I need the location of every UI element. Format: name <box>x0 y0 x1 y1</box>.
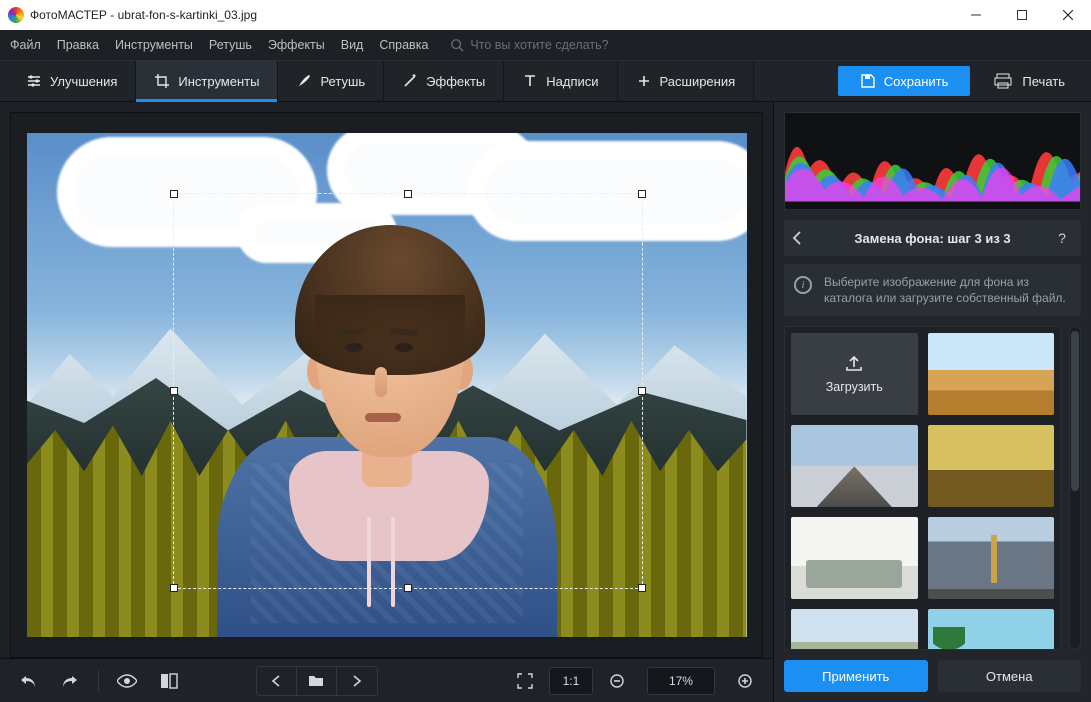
panel-hint-text: Выберите изображение для фона из каталог… <box>824 275 1066 305</box>
fit-screen-button[interactable] <box>509 666 541 696</box>
show-original-button[interactable] <box>111 666 143 696</box>
menu-effects[interactable]: Эффекты <box>268 38 325 52</box>
crop-handle-tr[interactable] <box>638 190 646 198</box>
actual-size-button[interactable]: 1:1 <box>549 667 593 695</box>
plus-icon <box>636 73 652 89</box>
bg-thumb-european-town[interactable] <box>791 609 918 650</box>
tab-text[interactable]: Надписи <box>504 61 617 101</box>
command-search-placeholder: Что вы хотите сделать? <box>470 38 608 52</box>
ribbon: Улучшения Инструменты Ретушь Эффекты Над… <box>0 60 1091 102</box>
zoom-in-button[interactable] <box>729 666 761 696</box>
menu-file[interactable]: Файл <box>10 38 41 52</box>
undo-button[interactable] <box>12 666 44 696</box>
menu-view[interactable]: Вид <box>341 38 364 52</box>
save-button[interactable]: Сохранить <box>838 66 971 96</box>
crop-marquee[interactable] <box>173 193 643 589</box>
menu-tools[interactable]: Инструменты <box>115 38 193 52</box>
maximize-button[interactable] <box>999 0 1045 30</box>
panel-help-button[interactable]: ? <box>1051 230 1073 246</box>
app-logo-icon <box>8 7 24 23</box>
canvas[interactable] <box>10 112 763 658</box>
menu-help[interactable]: Справка <box>379 38 428 52</box>
crop-handle-b[interactable] <box>404 584 412 592</box>
upload-background-button[interactable]: Загрузить <box>791 333 918 415</box>
window-titlebar: ФотоМАСТЕР - ubrat-fon-s-kartinki_03.jpg <box>0 0 1091 30</box>
tab-enhance[interactable]: Улучшения <box>8 61 136 101</box>
next-image-button[interactable] <box>337 666 377 696</box>
upload-icon <box>844 354 864 372</box>
wand-icon <box>402 73 418 89</box>
brush-icon <box>296 73 312 89</box>
zoom-value[interactable]: 17% <box>647 667 715 695</box>
bg-thumb-city-street[interactable] <box>928 517 1055 599</box>
tab-enhance-label: Улучшения <box>50 74 117 89</box>
tab-tools[interactable]: Инструменты <box>136 61 278 101</box>
menu-edit[interactable]: Правка <box>57 38 99 52</box>
save-button-label: Сохранить <box>884 74 949 89</box>
open-folder-button[interactable] <box>297 666 337 696</box>
panel-hint: i Выберите изображение для фона из катал… <box>784 264 1081 316</box>
print-button[interactable]: Печать <box>976 61 1083 101</box>
menubar: Файл Правка Инструменты Ретушь Эффекты В… <box>0 30 1091 60</box>
file-nav-group <box>256 666 378 696</box>
tab-retouch-label: Ретушь <box>320 74 365 89</box>
crop-handle-tl[interactable] <box>170 190 178 198</box>
minimize-button[interactable] <box>953 0 999 30</box>
tab-extensions-label: Расширения <box>660 74 736 89</box>
menu-retouch[interactable]: Ретушь <box>209 38 252 52</box>
upload-background-label: Загрузить <box>826 380 883 394</box>
info-icon: i <box>794 276 812 294</box>
panel-title: Замена фона: шаг 3 из 3 <box>814 231 1051 246</box>
compare-button[interactable] <box>153 666 185 696</box>
bg-thumb-desert[interactable] <box>928 333 1055 415</box>
tab-retouch[interactable]: Ретушь <box>278 61 384 101</box>
crop-handle-br[interactable] <box>638 584 646 592</box>
sliders-icon <box>26 73 42 89</box>
bg-thumb-tropical-beach[interactable] <box>928 609 1055 650</box>
image-preview <box>27 133 747 637</box>
redo-button[interactable] <box>54 666 86 696</box>
viewer-toolbar: 1:1 17% <box>0 658 773 702</box>
apply-button[interactable]: Применить <box>784 660 928 692</box>
cancel-button[interactable]: Отмена <box>938 660 1082 692</box>
gallery-scrollbar-thumb[interactable] <box>1071 331 1079 491</box>
command-search[interactable]: Что вы хотите сделать? <box>450 38 608 52</box>
crop-handle-t[interactable] <box>404 190 412 198</box>
tab-effects-label: Эффекты <box>426 74 485 89</box>
histogram <box>784 112 1081 210</box>
close-button[interactable] <box>1045 0 1091 30</box>
crop-handle-l[interactable] <box>170 387 178 395</box>
gallery-scrollbar[interactable] <box>1069 326 1081 650</box>
zoom-out-button[interactable] <box>601 666 633 696</box>
bg-thumb-winter-street[interactable] <box>791 425 918 507</box>
save-icon <box>860 73 876 89</box>
background-gallery: Загрузить <box>784 326 1061 650</box>
tab-tools-label: Инструменты <box>178 74 259 89</box>
text-icon <box>522 73 538 89</box>
crop-handle-bl[interactable] <box>170 584 178 592</box>
tab-extensions[interactable]: Расширения <box>618 61 755 101</box>
app-title: ФотоМАСТЕР - ubrat-fon-s-kartinki_03.jpg <box>30 8 257 22</box>
crop-handle-r[interactable] <box>638 387 646 395</box>
tab-text-label: Надписи <box>546 74 598 89</box>
bg-thumb-living-room[interactable] <box>791 517 918 599</box>
print-icon <box>994 73 1012 89</box>
print-button-label: Печать <box>1022 74 1065 89</box>
tab-effects[interactable]: Эффекты <box>384 61 504 101</box>
side-panel: Замена фона: шаг 3 из 3 ? i Выберите изо… <box>773 102 1091 702</box>
bg-thumb-autumn-forest[interactable] <box>928 425 1055 507</box>
panel-back-button[interactable] <box>792 231 814 245</box>
crop-icon <box>154 73 170 89</box>
panel-header: Замена фона: шаг 3 из 3 ? <box>784 220 1081 256</box>
prev-image-button[interactable] <box>257 666 297 696</box>
